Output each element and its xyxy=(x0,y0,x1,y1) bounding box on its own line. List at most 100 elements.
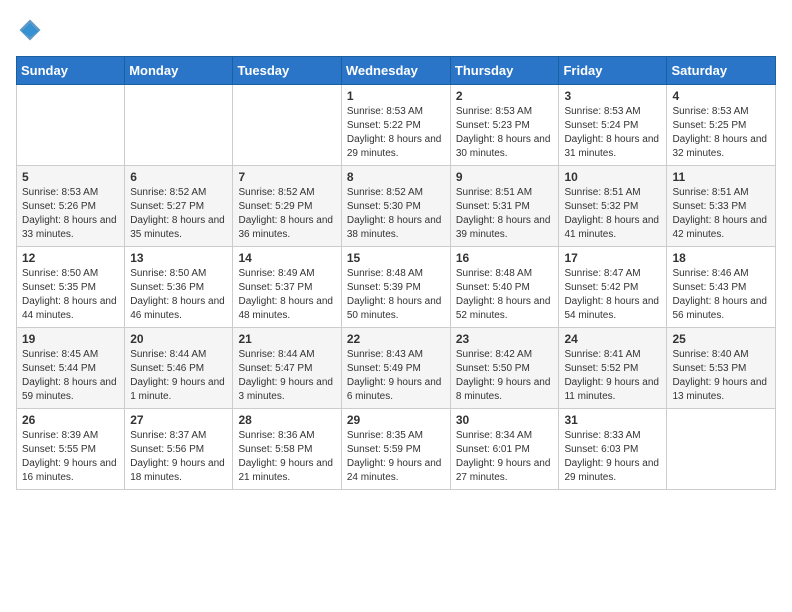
day-number: 12 xyxy=(22,251,119,265)
day-header-wednesday: Wednesday xyxy=(341,57,450,85)
day-info: Sunrise: 8:49 AM Sunset: 5:37 PM Dayligh… xyxy=(238,267,335,323)
day-header-thursday: Thursday xyxy=(450,57,559,85)
calendar-table: SundayMondayTuesdayWednesdayThursdayFrid… xyxy=(16,56,776,490)
day-info: Sunrise: 8:44 AM Sunset: 5:46 PM Dayligh… xyxy=(130,348,227,404)
calendar-cell: 31 Sunrise: 8:33 AM Sunset: 6:03 PM Dayli… xyxy=(559,409,667,490)
day-number: 7 xyxy=(238,170,335,184)
day-number: 11 xyxy=(672,170,770,184)
calendar-cell: 6 Sunrise: 8:52 AM Sunset: 5:27 PM Daylig… xyxy=(125,166,233,247)
calendar-week-3: 12Sunrise: 8:50 AM Sunset: 5:35 PM Dayli… xyxy=(17,247,776,328)
calendar-week-5: 26Sunrise: 8:39 AM Sunset: 5:55 PM Dayli… xyxy=(17,409,776,490)
day-number: 17 xyxy=(564,251,661,265)
day-header-friday: Friday xyxy=(559,57,667,85)
calendar-cell: 12Sunrise: 8:50 AM Sunset: 5:35 PM Dayli… xyxy=(17,247,125,328)
calendar-cell xyxy=(233,85,341,166)
calendar-week-2: 5Sunrise: 8:53 AM Sunset: 5:26 PM Daylig… xyxy=(17,166,776,247)
day-info: Sunrise: 8:51 AM Sunset: 5:33 PM Dayligh… xyxy=(672,186,770,242)
day-number: 19 xyxy=(22,332,119,346)
calendar-cell: 9 Sunrise: 8:51 AM Sunset: 5:31 PM Daylig… xyxy=(450,166,559,247)
calendar-cell xyxy=(17,85,125,166)
calendar-cell: 22 Sunrise: 8:43 AM Sunset: 5:49 PM Dayli… xyxy=(341,328,450,409)
day-info: Sunrise: 8:36 AM Sunset: 5:58 PM Dayligh… xyxy=(238,429,335,485)
day-number: 10 xyxy=(564,170,661,184)
calendar-week-4: 19 Sunrise: 8:45 AM Sunset: 5:44 PM Dayli… xyxy=(17,328,776,409)
calendar-cell: 24 Sunrise: 8:41 AM Sunset: 5:52 PM Dayli… xyxy=(559,328,667,409)
day-info: Sunrise: 8:53 AM Sunset: 5:25 PM Dayligh… xyxy=(672,105,770,161)
day-number: 18 xyxy=(672,251,770,265)
calendar-cell: 16 Sunrise: 8:48 AM Sunset: 5:40 PM Dayli… xyxy=(450,247,559,328)
calendar-cell: 10 Sunrise: 8:51 AM Sunset: 5:32 PM Dayli… xyxy=(559,166,667,247)
day-number: 3 xyxy=(564,89,661,103)
day-header-tuesday: Tuesday xyxy=(233,57,341,85)
day-info: Sunrise: 8:35 AM Sunset: 5:59 PM Dayligh… xyxy=(347,429,445,485)
calendar-cell: 20Sunrise: 8:44 AM Sunset: 5:46 PM Dayli… xyxy=(125,328,233,409)
day-info: Sunrise: 8:52 AM Sunset: 5:29 PM Dayligh… xyxy=(238,186,335,242)
calendar-week-1: 1 Sunrise: 8:53 AM Sunset: 5:22 PM Daylig… xyxy=(17,85,776,166)
day-number: 28 xyxy=(238,413,335,427)
day-number: 9 xyxy=(456,170,554,184)
calendar-cell: 25 Sunrise: 8:40 AM Sunset: 5:53 PM Dayli… xyxy=(667,328,776,409)
calendar-cell: 26Sunrise: 8:39 AM Sunset: 5:55 PM Dayli… xyxy=(17,409,125,490)
day-number: 13 xyxy=(130,251,227,265)
day-number: 31 xyxy=(564,413,661,427)
day-info: Sunrise: 8:43 AM Sunset: 5:49 PM Dayligh… xyxy=(347,348,445,404)
day-number: 25 xyxy=(672,332,770,346)
day-info: Sunrise: 8:50 AM Sunset: 5:36 PM Dayligh… xyxy=(130,267,227,323)
day-info: Sunrise: 8:34 AM Sunset: 6:01 PM Dayligh… xyxy=(456,429,554,485)
day-info: Sunrise: 8:48 AM Sunset: 5:40 PM Dayligh… xyxy=(456,267,554,323)
day-info: Sunrise: 8:37 AM Sunset: 5:56 PM Dayligh… xyxy=(130,429,227,485)
day-number: 6 xyxy=(130,170,227,184)
calendar-cell: 2 Sunrise: 8:53 AM Sunset: 5:23 PM Daylig… xyxy=(450,85,559,166)
day-info: Sunrise: 8:52 AM Sunset: 5:27 PM Dayligh… xyxy=(130,186,227,242)
day-info: Sunrise: 8:53 AM Sunset: 5:24 PM Dayligh… xyxy=(564,105,661,161)
day-info: Sunrise: 8:52 AM Sunset: 5:30 PM Dayligh… xyxy=(347,186,445,242)
day-info: Sunrise: 8:53 AM Sunset: 5:22 PM Dayligh… xyxy=(347,105,445,161)
logo xyxy=(16,16,48,44)
day-number: 14 xyxy=(238,251,335,265)
calendar-cell: 8 Sunrise: 8:52 AM Sunset: 5:30 PM Daylig… xyxy=(341,166,450,247)
day-info: Sunrise: 8:41 AM Sunset: 5:52 PM Dayligh… xyxy=(564,348,661,404)
day-number: 8 xyxy=(347,170,445,184)
day-info: Sunrise: 8:46 AM Sunset: 5:43 PM Dayligh… xyxy=(672,267,770,323)
calendar-cell xyxy=(667,409,776,490)
calendar-cell xyxy=(125,85,233,166)
day-number: 5 xyxy=(22,170,119,184)
day-info: Sunrise: 8:44 AM Sunset: 5:47 PM Dayligh… xyxy=(238,348,335,404)
day-info: Sunrise: 8:40 AM Sunset: 5:53 PM Dayligh… xyxy=(672,348,770,404)
calendar-cell: 17Sunrise: 8:47 AM Sunset: 5:42 PM Dayli… xyxy=(559,247,667,328)
day-info: Sunrise: 8:33 AM Sunset: 6:03 PM Dayligh… xyxy=(564,429,661,485)
day-number: 2 xyxy=(456,89,554,103)
calendar-cell: 5Sunrise: 8:53 AM Sunset: 5:26 PM Daylig… xyxy=(17,166,125,247)
day-header-saturday: Saturday xyxy=(667,57,776,85)
day-info: Sunrise: 8:45 AM Sunset: 5:44 PM Dayligh… xyxy=(22,348,119,404)
calendar-cell: 30 Sunrise: 8:34 AM Sunset: 6:01 PM Dayli… xyxy=(450,409,559,490)
day-info: Sunrise: 8:51 AM Sunset: 5:32 PM Dayligh… xyxy=(564,186,661,242)
day-info: Sunrise: 8:48 AM Sunset: 5:39 PM Dayligh… xyxy=(347,267,445,323)
day-number: 4 xyxy=(672,89,770,103)
calendar-cell: 1 Sunrise: 8:53 AM Sunset: 5:22 PM Daylig… xyxy=(341,85,450,166)
calendar-cell: 19 Sunrise: 8:45 AM Sunset: 5:44 PM Dayli… xyxy=(17,328,125,409)
day-header-monday: Monday xyxy=(125,57,233,85)
day-number: 21 xyxy=(238,332,335,346)
day-number: 1 xyxy=(347,89,445,103)
calendar-cell: 4 Sunrise: 8:53 AM Sunset: 5:25 PM Daylig… xyxy=(667,85,776,166)
page-header xyxy=(16,16,776,44)
day-number: 30 xyxy=(456,413,554,427)
logo-icon xyxy=(16,16,44,44)
day-header-sunday: Sunday xyxy=(17,57,125,85)
calendar-cell: 11 Sunrise: 8:51 AM Sunset: 5:33 PM Dayli… xyxy=(667,166,776,247)
day-info: Sunrise: 8:53 AM Sunset: 5:23 PM Dayligh… xyxy=(456,105,554,161)
day-number: 24 xyxy=(564,332,661,346)
day-info: Sunrise: 8:39 AM Sunset: 5:55 PM Dayligh… xyxy=(22,429,119,485)
calendar-cell: 18 Sunrise: 8:46 AM Sunset: 5:43 PM Dayli… xyxy=(667,247,776,328)
calendar-cell: 13 Sunrise: 8:50 AM Sunset: 5:36 PM Dayli… xyxy=(125,247,233,328)
calendar-cell: 21 Sunrise: 8:44 AM Sunset: 5:47 PM Dayli… xyxy=(233,328,341,409)
day-number: 16 xyxy=(456,251,554,265)
calendar-cell: 15Sunrise: 8:48 AM Sunset: 5:39 PM Dayli… xyxy=(341,247,450,328)
day-number: 22 xyxy=(347,332,445,346)
day-number: 29 xyxy=(347,413,445,427)
day-info: Sunrise: 8:51 AM Sunset: 5:31 PM Dayligh… xyxy=(456,186,554,242)
day-number: 23 xyxy=(456,332,554,346)
calendar-cell: 23Sunrise: 8:42 AM Sunset: 5:50 PM Dayli… xyxy=(450,328,559,409)
calendar-cell: 7 Sunrise: 8:52 AM Sunset: 5:29 PM Daylig… xyxy=(233,166,341,247)
